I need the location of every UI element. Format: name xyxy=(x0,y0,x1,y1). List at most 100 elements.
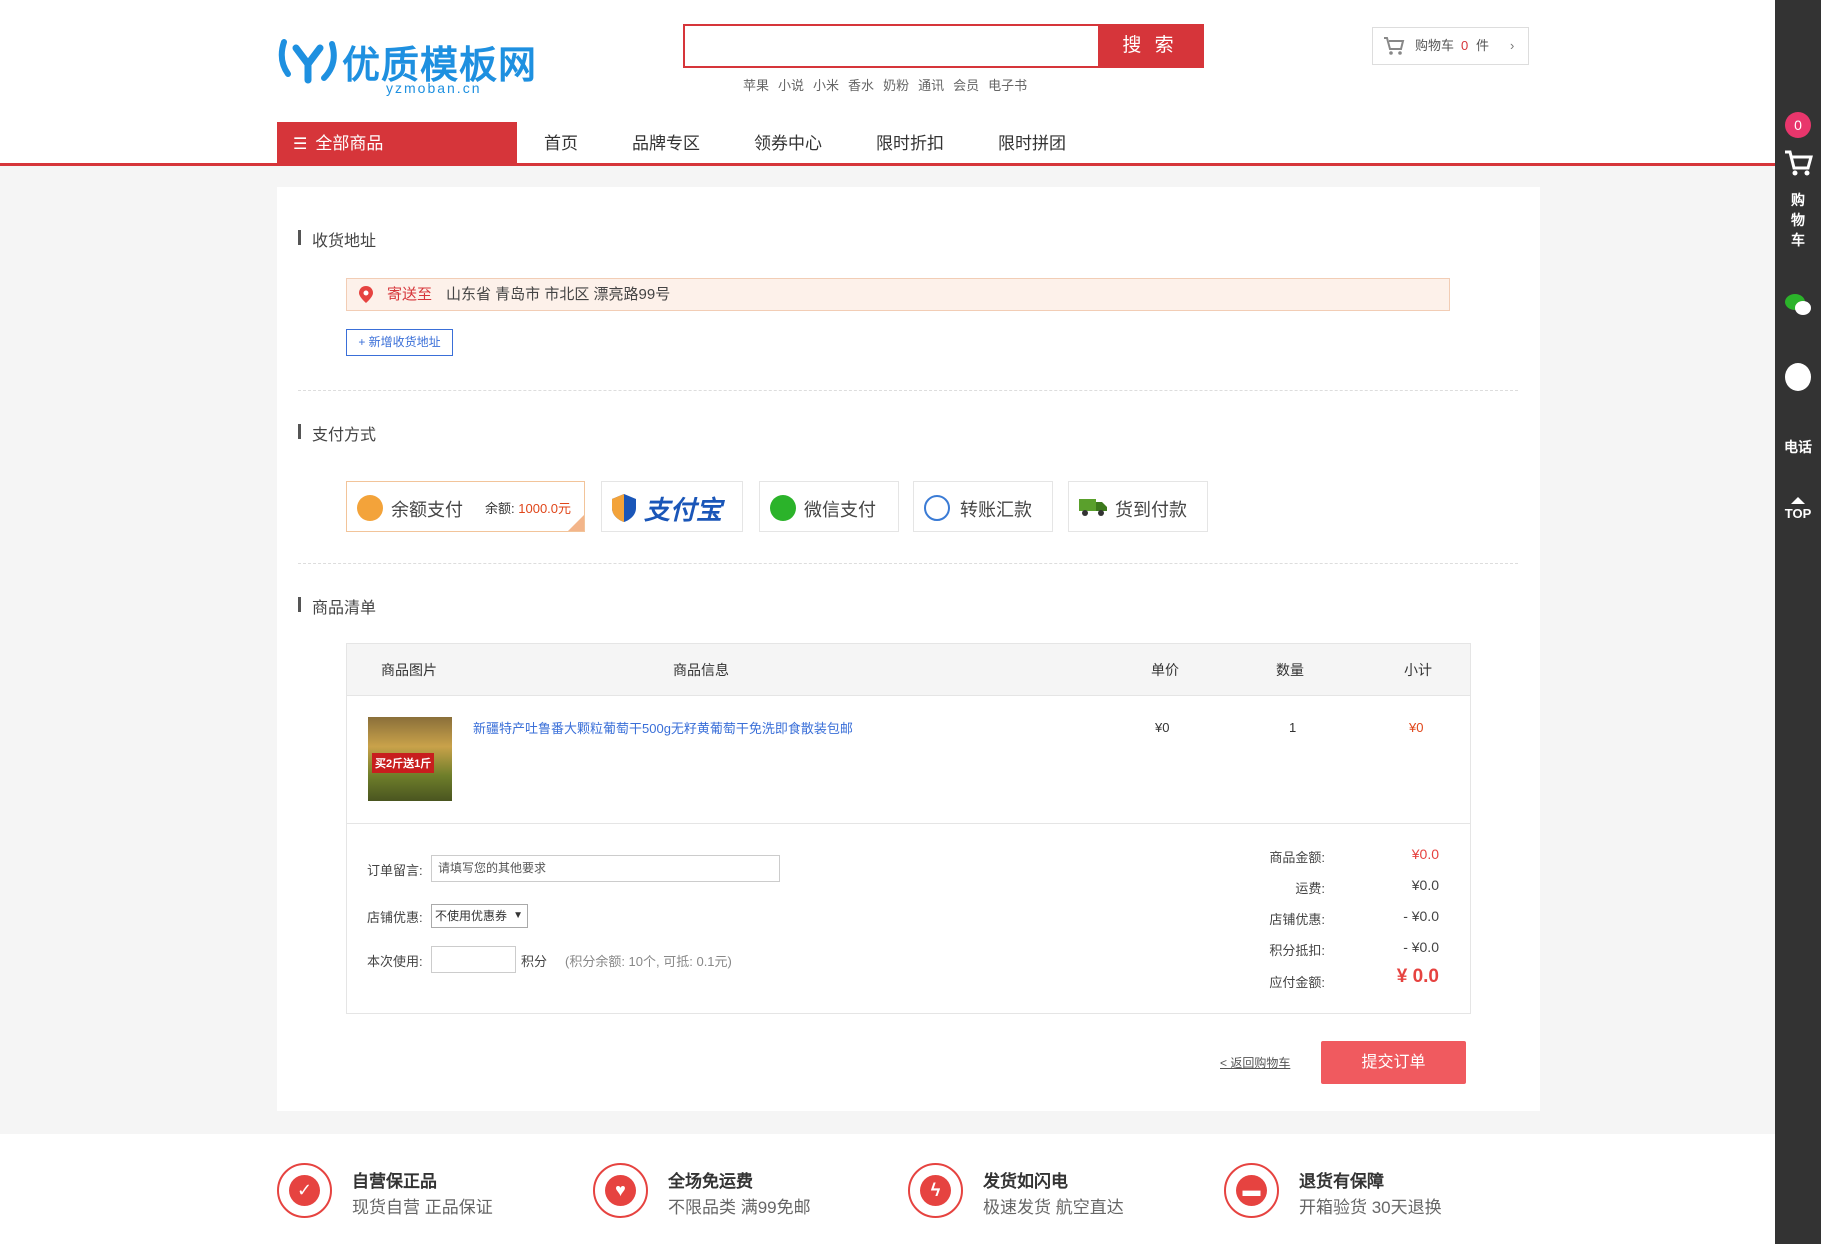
product-image[interactable]: 买2斤送1斤 xyxy=(368,717,452,801)
pay-method-wechat[interactable]: 微信支付 xyxy=(759,481,899,532)
money-bag-icon xyxy=(357,495,383,521)
toolbar-cart-label[interactable]: 购物车 xyxy=(1790,190,1806,250)
pay-method-label: 支付宝 xyxy=(644,495,723,525)
pay-method-label: 货到付款 xyxy=(1115,500,1187,520)
service-subtitle: 不限品类 满99免邮 xyxy=(668,1198,811,1217)
hot-keyword[interactable]: 会员 xyxy=(953,78,979,93)
chevron-down-icon: ▼ xyxy=(513,910,523,921)
table-header: 商品图片 商品信息 单价 数量 小计 xyxy=(347,644,1470,696)
coupon-label: 店铺优惠: xyxy=(367,910,423,925)
service-title: 发货如闪电 xyxy=(983,1172,1068,1191)
search-input[interactable] xyxy=(685,26,1098,66)
balance-value: 1000.0元 xyxy=(518,501,572,516)
row-subtotal: ¥0 xyxy=(1409,720,1424,735)
transfer-icon xyxy=(924,495,950,521)
goods-amount: ¥0.0 xyxy=(1411,846,1439,862)
pay-method-label: 转账汇款 xyxy=(960,500,1032,520)
col-header: 商品信息 xyxy=(673,662,729,678)
search-button[interactable]: 搜 索 xyxy=(1098,26,1202,66)
hot-keywords: 苹果 小说 小米 香水 奶粉 通讯 会员 电子书 xyxy=(743,75,1036,94)
service-title: 自营保正品 xyxy=(352,1172,437,1191)
pay-method-cod[interactable]: 货到付款 xyxy=(1068,481,1208,532)
selected-address[interactable]: 寄送至 山东省 青岛市 市北区 漂亮路99号 xyxy=(346,278,1450,311)
coupon-select[interactable]: 不使用优惠券 ▼ xyxy=(431,904,528,928)
nav-item-brands[interactable]: 品牌专区 xyxy=(632,122,700,165)
cart-label: 购物车 xyxy=(1415,38,1455,53)
quantity: 1 xyxy=(1289,720,1297,735)
location-pin-icon xyxy=(359,286,373,303)
hot-keyword[interactable]: 苹果 xyxy=(743,78,769,93)
header-cart-button[interactable]: 购物车 0 件 › xyxy=(1372,27,1529,65)
hot-keyword[interactable]: 通讯 xyxy=(918,78,944,93)
nav-item-group-buy[interactable]: 限时拼团 xyxy=(998,122,1066,165)
pay-method-balance[interactable]: 余额支付 余额: 1000.0元 xyxy=(346,481,585,532)
heart-hand-icon: ♥ xyxy=(593,1163,648,1218)
section-title-address: 收货地址 xyxy=(298,227,376,251)
toolbar-cart-icon[interactable] xyxy=(1783,148,1813,178)
order-items-table: 商品图片 商品信息 单价 数量 小计 买2斤送1斤 新疆特产吐鲁番大颗粒葡萄干5… xyxy=(346,643,1471,1014)
right-toolbar: 0 购物车 电话 TOP xyxy=(1775,0,1821,1244)
search-bar: 搜 索 xyxy=(683,24,1204,68)
selected-corner-mark xyxy=(568,515,584,531)
hot-keyword[interactable]: 小说 xyxy=(778,78,804,93)
logo-subtext: yzmoban.cn xyxy=(386,80,482,96)
nav-item-discount[interactable]: 限时折扣 xyxy=(876,122,944,165)
ship-to-label: 寄送至 xyxy=(387,286,433,303)
service-subtitle: 现货自营 正品保证 xyxy=(352,1198,493,1217)
delivery-truck-icon: ▬ xyxy=(1224,1163,1279,1218)
wechat-icon xyxy=(770,495,796,521)
checkout-panel: 收货地址 寄送至 山东省 青岛市 市北区 漂亮路99号 + 新增收货地址 支付方… xyxy=(277,187,1540,1111)
logo-mark-icon xyxy=(278,39,337,84)
pay-method-transfer[interactable]: 转账汇款 xyxy=(913,481,1053,532)
pay-method-alipay[interactable]: 支付宝 xyxy=(601,481,743,532)
col-header: 数量 xyxy=(1276,662,1304,678)
toolbar-phone[interactable]: 电话 xyxy=(1775,437,1821,457)
submit-order-button[interactable]: 提交订单 xyxy=(1321,1041,1466,1084)
back-to-top-button[interactable]: TOP xyxy=(1775,497,1821,521)
nav-item-home[interactable]: 首页 xyxy=(544,122,578,165)
section-divider xyxy=(298,390,1518,391)
section-title-payment: 支付方式 xyxy=(298,421,376,445)
shipping-fee: ¥0.0 xyxy=(1411,877,1439,893)
col-header: 商品图片 xyxy=(381,662,437,678)
service-title: 退货有保障 xyxy=(1299,1172,1384,1191)
menu-icon: ☰ xyxy=(293,136,308,153)
unit-price: ¥0 xyxy=(1155,720,1170,735)
summary-label: 运费: xyxy=(1295,881,1325,896)
truck-icon xyxy=(1079,499,1107,516)
summary-label: 店铺优惠: xyxy=(1269,912,1325,927)
balance-info: 余额: 1000.0元 xyxy=(485,498,571,517)
qq-icon[interactable] xyxy=(1785,363,1811,391)
site-logo[interactable]: 优质模板网 yzmoban.cn xyxy=(278,30,538,100)
points-deduction: - ¥0.0 xyxy=(1403,939,1439,955)
add-address-button[interactable]: + 新增收货地址 xyxy=(346,329,453,356)
order-message-input[interactable]: 请填写您的其他要求 xyxy=(431,855,780,882)
site-header: 优质模板网 yzmoban.cn 搜 索 苹果 小说 小米 香水 奶粉 通讯 会员 电子书 购… xyxy=(0,0,1775,165)
lightning-icon: ϟ xyxy=(908,1163,963,1218)
summary-label: 应付金额: xyxy=(1269,975,1325,990)
back-to-cart-link[interactable]: < 返回购物车 xyxy=(1220,1054,1290,1071)
points-input[interactable] xyxy=(431,946,516,973)
balance-label: 余额: xyxy=(485,501,515,516)
section-divider xyxy=(298,563,1518,564)
service-subtitle: 开箱验货 30天退换 xyxy=(1299,1198,1442,1217)
product-badge: 买2斤送1斤 xyxy=(372,753,435,773)
main-nav: 首页 品牌专区 领券中心 限时折扣 限时拼团 xyxy=(517,122,1093,165)
hot-keyword[interactable]: 电子书 xyxy=(988,78,1027,93)
summary-label: 积分抵扣: xyxy=(1269,943,1325,958)
cart-unit: 件 xyxy=(1476,38,1490,53)
all-categories-button[interactable]: ☰ 全部商品 xyxy=(277,122,517,165)
hot-keyword[interactable]: 奶粉 xyxy=(883,78,909,93)
coupon-selected-value: 不使用优惠券 xyxy=(435,909,508,923)
hot-keyword[interactable]: 香水 xyxy=(848,78,874,93)
pay-method-label: 微信支付 xyxy=(804,500,876,520)
hot-keyword[interactable]: 小米 xyxy=(813,78,839,93)
wechat-icon[interactable] xyxy=(1784,292,1812,318)
section-title-items: 商品清单 xyxy=(298,594,376,618)
points-label: 本次使用: xyxy=(367,954,423,969)
service-subtitle: 极速发货 航空直达 xyxy=(983,1198,1124,1217)
nav-item-coupons[interactable]: 领券中心 xyxy=(754,122,822,165)
product-name-link[interactable]: 新疆特产吐鲁番大颗粒葡萄干500g无籽黄葡萄干免洗即食散装包邮 xyxy=(473,718,853,737)
pay-method-label: 余额支付 xyxy=(391,500,463,520)
toolbar-cart-count: 0 xyxy=(1785,112,1811,138)
